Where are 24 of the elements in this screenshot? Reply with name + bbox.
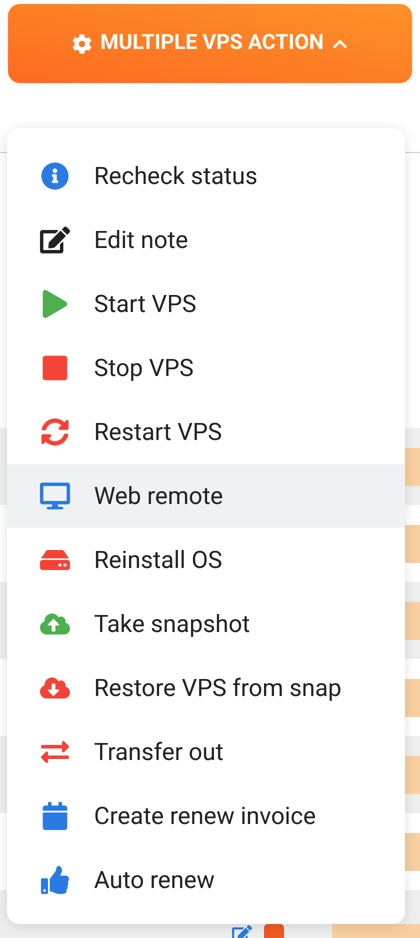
- edit-icon: [40, 226, 70, 254]
- menu-item[interactable]: Restore VPS from snap: [7, 656, 405, 720]
- menu-item[interactable]: Take snapshot: [7, 592, 405, 656]
- menu-item[interactable]: Create renew invoice: [7, 784, 405, 848]
- menu-item[interactable]: Auto renew: [7, 848, 405, 912]
- info-icon: [40, 162, 70, 190]
- play-icon: [40, 290, 70, 318]
- menu-item[interactable]: Web remote: [7, 464, 405, 528]
- exchange-arrows-icon: [40, 738, 70, 766]
- menu-item[interactable]: Edit note: [7, 208, 405, 272]
- monitor-icon: [40, 482, 70, 510]
- menu-item[interactable]: Stop VPS: [7, 336, 405, 400]
- menu-item[interactable]: Recheck status: [7, 144, 405, 208]
- menu-item[interactable]: Transfer out: [7, 720, 405, 784]
- thumbs-up-icon: [40, 866, 70, 894]
- menu-item[interactable]: Restart VPS: [7, 400, 405, 464]
- menu-item[interactable]: Reinstall OS: [7, 528, 405, 592]
- edit-icon[interactable]: [232, 924, 252, 938]
- calendar-icon: [40, 802, 70, 830]
- stop-icon[interactable]: [264, 924, 284, 938]
- menu-item[interactable]: Start VPS: [7, 272, 405, 336]
- stop-icon: [40, 354, 70, 382]
- refresh-icon: [40, 418, 70, 446]
- settings-icon: [72, 34, 92, 54]
